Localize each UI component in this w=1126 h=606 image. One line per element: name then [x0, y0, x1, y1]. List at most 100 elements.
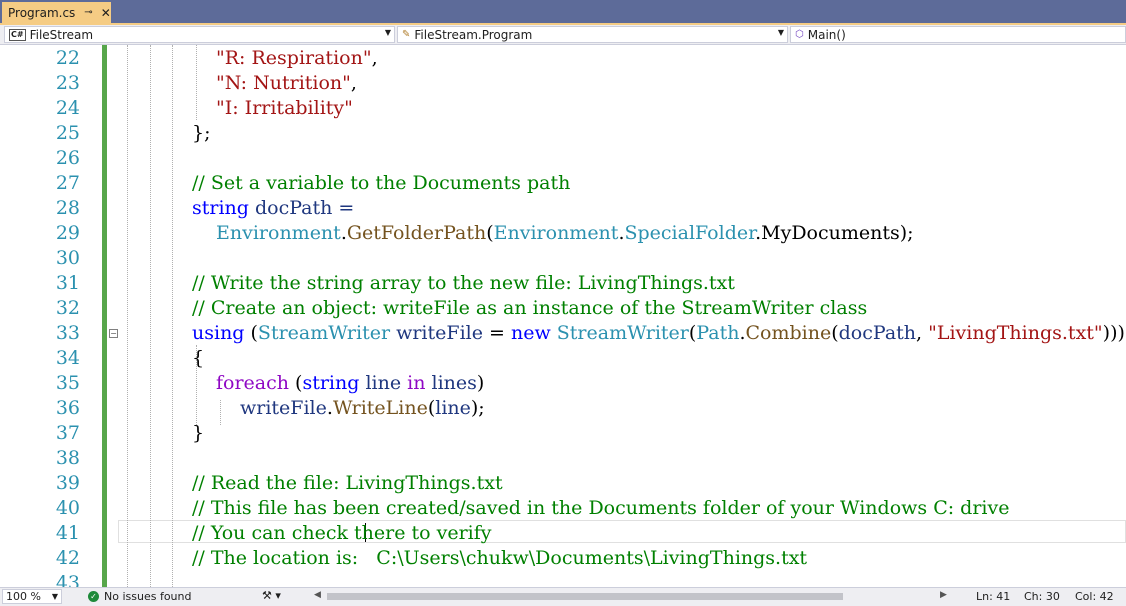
scroll-right-icon[interactable]: ▶: [940, 590, 947, 600]
code-line-34: {: [192, 347, 205, 369]
line-number: 41: [55, 522, 80, 544]
scroll-left-icon[interactable]: ◀: [314, 590, 321, 600]
identifier: line: [435, 397, 471, 419]
type-name: StreamWriter: [556, 322, 689, 344]
pin-icon[interactable]: ⊸: [84, 7, 92, 18]
code-line-24: "I: Irritability": [216, 96, 353, 121]
punctuation: =: [482, 322, 511, 344]
indent-guide: [127, 45, 128, 587]
tab-program-cs[interactable]: Program.cs ⊸ ✕: [2, 2, 111, 23]
line-number: 32: [55, 297, 80, 319]
string-literal: "I: Irritability": [216, 97, 353, 119]
code-cleanup-icon[interactable]: ⚒ ▾: [262, 589, 281, 602]
code-line-23: "N: Nutrition",: [216, 71, 357, 96]
member-dropdown[interactable]: ⬡ Main(): [790, 26, 1126, 43]
chevron-down-icon[interactable]: ▼: [778, 28, 784, 37]
project-name: FileStream: [29, 27, 94, 42]
keyword: in: [407, 372, 426, 394]
member-name: Main(): [807, 27, 846, 42]
identifier: writeFile: [240, 397, 327, 419]
line-number: 38: [55, 447, 80, 469]
punctuation: );: [470, 397, 485, 419]
line-number: 35: [55, 372, 80, 394]
class-dropdown[interactable]: ✎ FileStream.Program ▼: [397, 26, 788, 43]
line-number: 26: [55, 147, 80, 169]
method-name: Combine: [745, 322, 832, 344]
string-literal: "LivingThings.txt": [928, 322, 1103, 344]
method-icon: ⬡: [795, 29, 804, 40]
code-line-36: writeFile.WriteLine(line);: [240, 396, 485, 421]
line-number: 36: [55, 397, 80, 419]
indent-guide: [220, 400, 221, 425]
method-name: GetFolderPath: [346, 222, 487, 244]
keyword: foreach: [216, 372, 290, 394]
issues-text: No issues found: [104, 590, 192, 603]
punctuation: ,: [371, 47, 378, 69]
type-name: StreamWriter: [257, 322, 391, 344]
string-literal: "R: Respiration": [216, 47, 372, 69]
punctuation: ,: [916, 322, 929, 344]
line-number: 25: [55, 122, 80, 144]
code-line-22: "R: Respiration",: [216, 46, 378, 71]
code-line-33: using (StreamWriter writeFile = new Stre…: [192, 321, 1125, 346]
keyword: string: [302, 372, 360, 394]
code-line-37: }: [192, 422, 205, 444]
type-name: Environment: [493, 222, 619, 244]
keyword: string: [192, 197, 249, 219]
close-icon[interactable]: ✕: [101, 6, 111, 20]
type-name: Path: [696, 322, 740, 344]
punctuation: (: [244, 322, 258, 344]
code-line-39: // Read the file: LivingThings.txt: [192, 472, 503, 494]
code-line-31: // Write the string array to the new fil…: [192, 272, 735, 294]
column-position[interactable]: Col: 42: [1075, 590, 1114, 603]
punctuation: (: [289, 372, 303, 394]
chevron-down-icon[interactable]: ▼: [52, 590, 58, 603]
change-tracking-bar: [102, 45, 107, 587]
identifier: .MyDocuments);: [755, 222, 914, 244]
check-circle-icon: ✓: [88, 591, 99, 602]
class-name: FileStream.Program: [414, 27, 533, 42]
identifier: docPath =: [248, 197, 355, 219]
line-number: 27: [55, 172, 80, 194]
line-position[interactable]: Ln: 41: [976, 590, 1010, 603]
code-line-42: // The location is: C:\Users\chukw\Docum…: [192, 547, 808, 569]
issues-indicator[interactable]: ✓ No issues found: [88, 590, 191, 603]
line-number: 29: [55, 222, 80, 244]
navigation-bar: C# FileStream ▼ ✎ FileStream.Program ▼ ⬡…: [0, 25, 1126, 45]
code-line-35: foreach (string line in lines): [216, 371, 484, 396]
line-number: 42: [55, 547, 80, 569]
tab-title: Program.cs: [8, 5, 76, 20]
punctuation: ))): [1102, 322, 1125, 344]
code-line-28: string docPath =: [192, 196, 354, 221]
code-editor[interactable]: − 22 23 24 25 26 27 28 29 30 31 32 33 34…: [0, 45, 1126, 587]
indent-guide: [196, 45, 197, 120]
line-number: 31: [55, 272, 80, 294]
horizontal-scrollbar-thumb[interactable]: [327, 593, 843, 600]
collapse-toggle[interactable]: −: [109, 329, 118, 338]
type-name: SpecialFolder: [624, 222, 756, 244]
code-line-29: Environment.GetFolderPath(Environment.Sp…: [216, 221, 914, 246]
code-line-27: // Set a variable to the Documents path: [192, 172, 571, 194]
line-number: 34: [55, 347, 80, 369]
char-position[interactable]: Ch: 30: [1024, 590, 1060, 603]
code-line-41: // You can check there to verify: [192, 522, 492, 544]
identifier: lines: [425, 372, 477, 394]
keyword: new: [510, 322, 551, 344]
code-line-25: };: [192, 122, 211, 144]
status-bar: 100 % ▼ ✓ No issues found ⚒ ▾ ◀ ▶ Ln: 41…: [0, 587, 1126, 606]
keyword: using: [192, 322, 245, 344]
punctuation: ): [476, 372, 485, 394]
punctuation: (: [486, 222, 494, 244]
line-number: 22: [55, 47, 80, 69]
string-literal: "N: Nutrition": [216, 72, 351, 94]
line-number: 37: [55, 422, 80, 444]
line-number: 33: [55, 322, 80, 344]
indent-guide: [150, 45, 151, 587]
project-dropdown[interactable]: C# FileStream ▼: [4, 26, 395, 43]
chevron-down-icon[interactable]: ▼: [385, 28, 391, 37]
zoom-dropdown[interactable]: 100 % ▼: [2, 589, 62, 604]
identifier: docPath: [838, 322, 917, 344]
method-name: WriteLine: [332, 397, 428, 419]
indent-guide: [172, 45, 173, 587]
punctuation: ,: [350, 72, 357, 94]
